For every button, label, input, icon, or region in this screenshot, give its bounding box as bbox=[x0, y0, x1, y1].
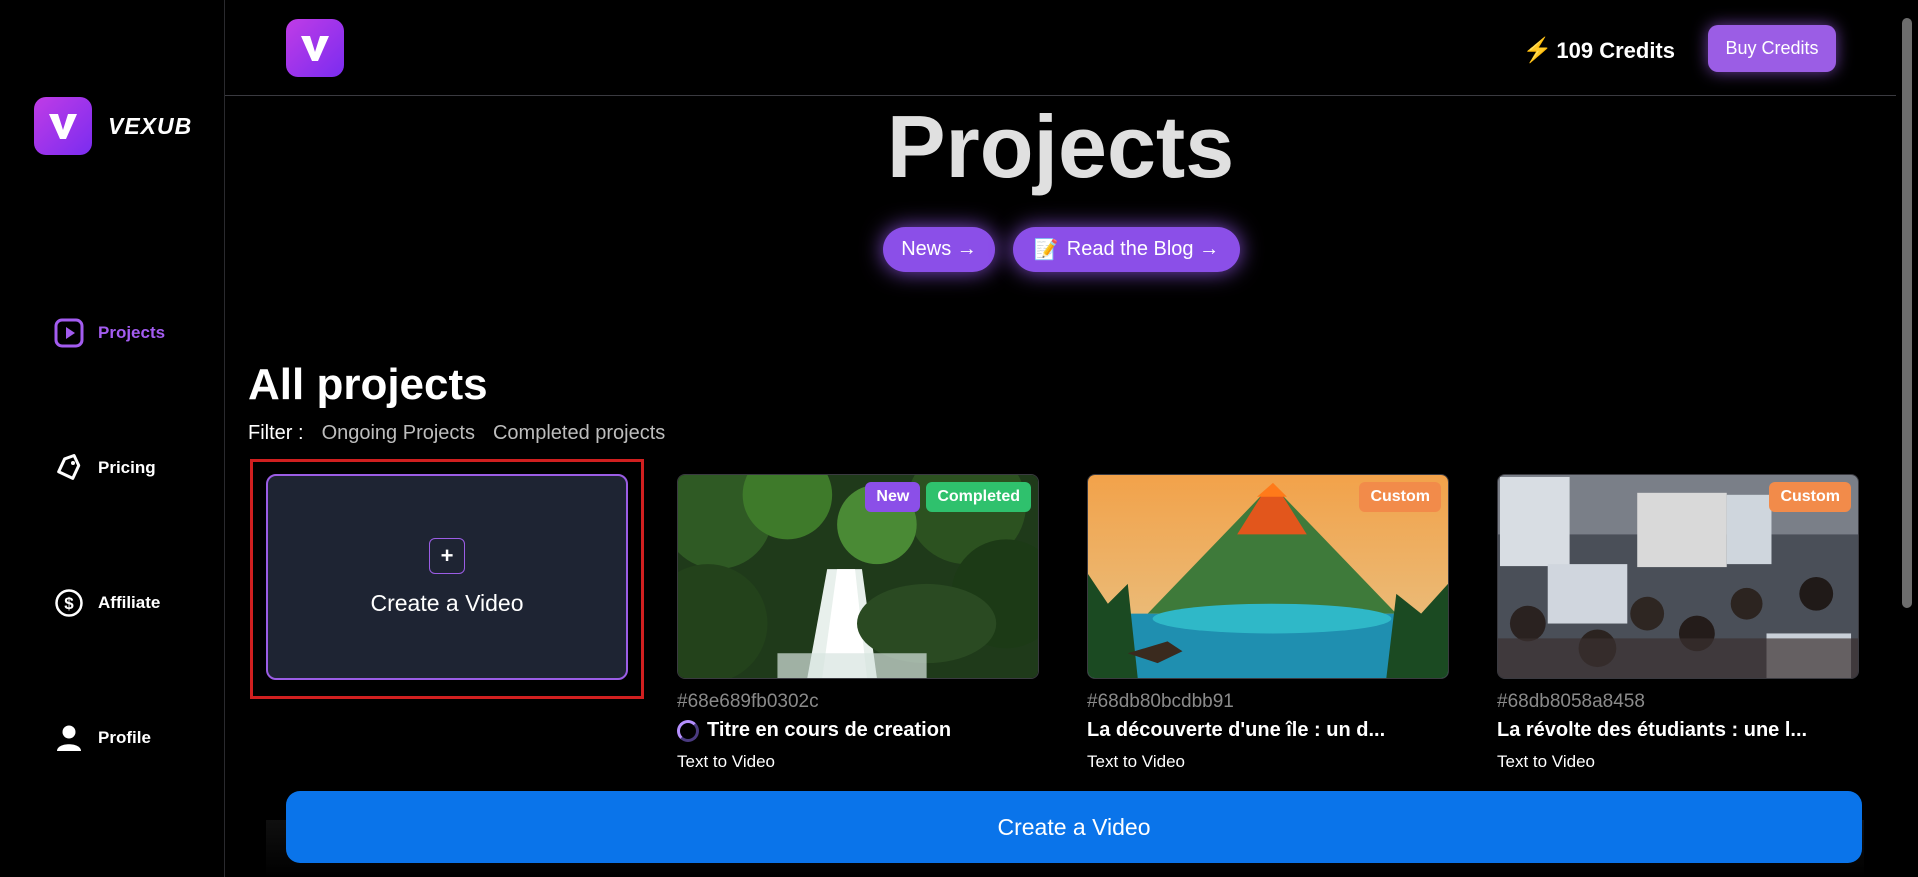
project-thumbnail: New Completed bbox=[677, 474, 1039, 679]
create-video-button[interactable]: Create a Video bbox=[286, 791, 1862, 863]
sidebar: VEXUB Projects Pricing $ Affiliate Profi… bbox=[0, 0, 225, 877]
project-id: #68e689fb0302c bbox=[677, 691, 819, 712]
badge-group: Custom bbox=[1769, 482, 1851, 512]
vexub-logo-icon[interactable] bbox=[286, 19, 344, 77]
read-blog-button[interactable]: 📝 Read the Blog → bbox=[1013, 227, 1240, 272]
credits-count: 109 Credits bbox=[1556, 37, 1675, 63]
project-id: #68db8058a8458 bbox=[1497, 691, 1645, 712]
filter-bar: Filter : Ongoing Projects Completed proj… bbox=[248, 422, 665, 445]
badge-group: Custom bbox=[1359, 482, 1441, 512]
sidebar-item-pricing[interactable]: Pricing bbox=[54, 453, 156, 483]
filter-label: Filter : bbox=[248, 422, 304, 444]
project-card[interactable]: New Completed #68e689fb0302c Titre en co… bbox=[677, 474, 1039, 772]
custom-badge: Custom bbox=[1359, 482, 1441, 512]
sidebar-item-label: Pricing bbox=[98, 458, 156, 477]
new-badge: New bbox=[865, 482, 921, 512]
project-title-text: Titre en cours de creation bbox=[707, 719, 952, 741]
brand-name: VEXUB bbox=[108, 112, 193, 139]
filter-completed[interactable]: Completed projects bbox=[493, 422, 665, 445]
project-card[interactable]: Custom #68db8058a8458 La révolte des étu… bbox=[1497, 474, 1859, 772]
project-thumbnail: Custom bbox=[1087, 474, 1449, 679]
news-button[interactable]: News → bbox=[883, 227, 995, 272]
create-video-card[interactable]: + Create a Video bbox=[266, 474, 628, 680]
badge-group: New Completed bbox=[865, 482, 1031, 512]
section-title: All projects bbox=[248, 360, 488, 409]
project-title: La découverte d'une île : un d... bbox=[1087, 719, 1386, 741]
read-blog-label: Read the Blog → bbox=[1066, 238, 1220, 260]
project-thumbnail: Custom bbox=[1497, 474, 1859, 679]
tag-icon bbox=[54, 453, 84, 483]
sidebar-item-projects[interactable]: Projects bbox=[54, 318, 165, 348]
project-type: Text to Video bbox=[1497, 752, 1595, 771]
filter-ongoing[interactable]: Ongoing Projects bbox=[322, 422, 475, 445]
buy-credits-button[interactable]: Buy Credits bbox=[1708, 25, 1836, 72]
plus-icon: + bbox=[429, 537, 465, 574]
sidebar-item-label: Affiliate bbox=[98, 593, 161, 612]
create-video-label: Create a Video bbox=[370, 589, 524, 616]
project-type: Text to Video bbox=[1087, 752, 1185, 771]
memo-icon: 📝 bbox=[1033, 239, 1059, 261]
loading-spinner-icon bbox=[677, 719, 699, 742]
project-type: Text to Video bbox=[677, 752, 775, 771]
completed-badge: Completed bbox=[926, 482, 1031, 512]
scrollbar-thumb[interactable] bbox=[1902, 18, 1912, 608]
project-title: La révolte des étudiants : une l... bbox=[1497, 719, 1808, 741]
project-id: #68db80bcdbb91 bbox=[1087, 691, 1234, 712]
sidebar-item-label: Profile bbox=[98, 728, 151, 747]
project-card[interactable]: Custom #68db80bcdbb91 La découverte d'un… bbox=[1087, 474, 1449, 772]
brand[interactable]: VEXUB bbox=[34, 97, 192, 155]
sidebar-item-label: Projects bbox=[98, 323, 166, 342]
top-bar: ⚡ 109 Credits Buy Credits bbox=[225, 0, 1896, 96]
svg-text:$: $ bbox=[64, 594, 74, 613]
user-icon bbox=[54, 723, 84, 753]
project-title: Titre en cours de creation bbox=[677, 719, 1039, 742]
page-title: Projects bbox=[886, 97, 1235, 196]
vexub-logo-icon bbox=[34, 97, 92, 155]
custom-badge: Custom bbox=[1769, 482, 1851, 512]
lightning-icon: ⚡ bbox=[1522, 37, 1553, 64]
play-square-icon bbox=[54, 318, 84, 348]
scrollbar[interactable] bbox=[1896, 0, 1918, 877]
sidebar-item-profile[interactable]: Profile bbox=[54, 723, 151, 753]
sidebar-item-affiliate[interactable]: $ Affiliate bbox=[54, 588, 160, 618]
credits-display: ⚡ 109 Credits bbox=[1522, 36, 1675, 65]
dollar-circle-icon: $ bbox=[54, 588, 84, 618]
